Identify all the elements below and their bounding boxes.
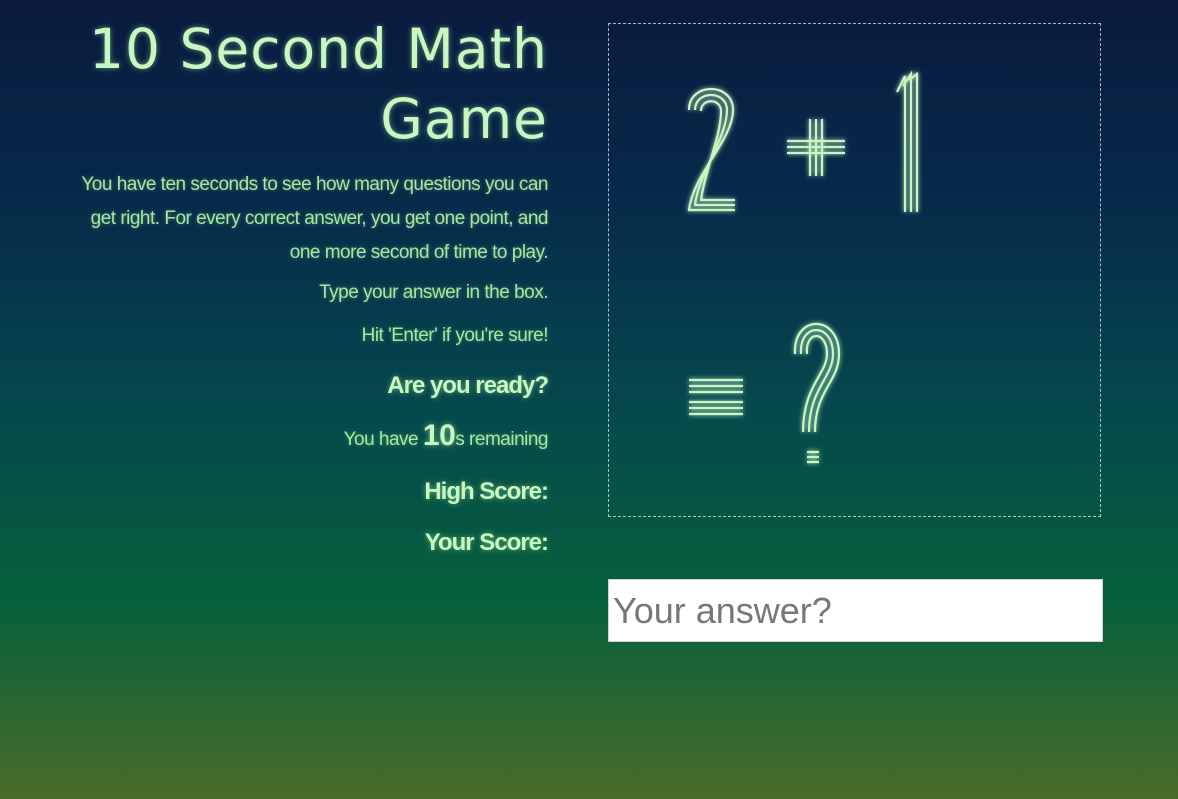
answer-input[interactable] bbox=[608, 579, 1103, 642]
question-operand-1: 2 bbox=[609, 24, 735, 212]
title-line-1: 10 Second Math bbox=[89, 17, 548, 81]
question-unknown: ? bbox=[609, 24, 841, 464]
timer-value: 10 bbox=[422, 419, 456, 452]
your-score-label: Your Score: bbox=[424, 529, 549, 556]
game-info-panel: 10 Second Math Game You have ten seconds… bbox=[60, 14, 549, 558]
timer-suffix: s remaining bbox=[455, 429, 548, 450]
question-operand-2: 1 bbox=[609, 24, 919, 212]
equals-text: = bbox=[609, 24, 610, 25]
question-display: 2 + 1 = ? bbox=[608, 23, 1101, 517]
operand-1-text: 2 bbox=[609, 24, 610, 25]
page-title: 10 Second Math Game bbox=[60, 14, 548, 154]
operator-text: + bbox=[609, 24, 610, 25]
timer-display: You have 10s remaining bbox=[60, 419, 549, 457]
unknown-text: ? bbox=[609, 24, 610, 25]
timer-prefix: You have bbox=[343, 429, 423, 450]
instruction-type: Type your answer in the box. bbox=[319, 282, 548, 303]
operand-2-text: 1 bbox=[609, 24, 610, 25]
ready-prompt: Are you ready? bbox=[387, 372, 549, 399]
instruction-enter: Hit 'Enter' if you're sure! bbox=[361, 325, 549, 346]
title-line-2: Game bbox=[380, 87, 548, 151]
question-operator: + bbox=[609, 24, 845, 176]
question-graphic: 2 + 1 = ? bbox=[609, 24, 919, 464]
high-score-label: High Score: bbox=[424, 478, 549, 505]
game-description: You have ten seconds to see how many que… bbox=[81, 174, 548, 263]
question-equals: = bbox=[609, 24, 743, 416]
